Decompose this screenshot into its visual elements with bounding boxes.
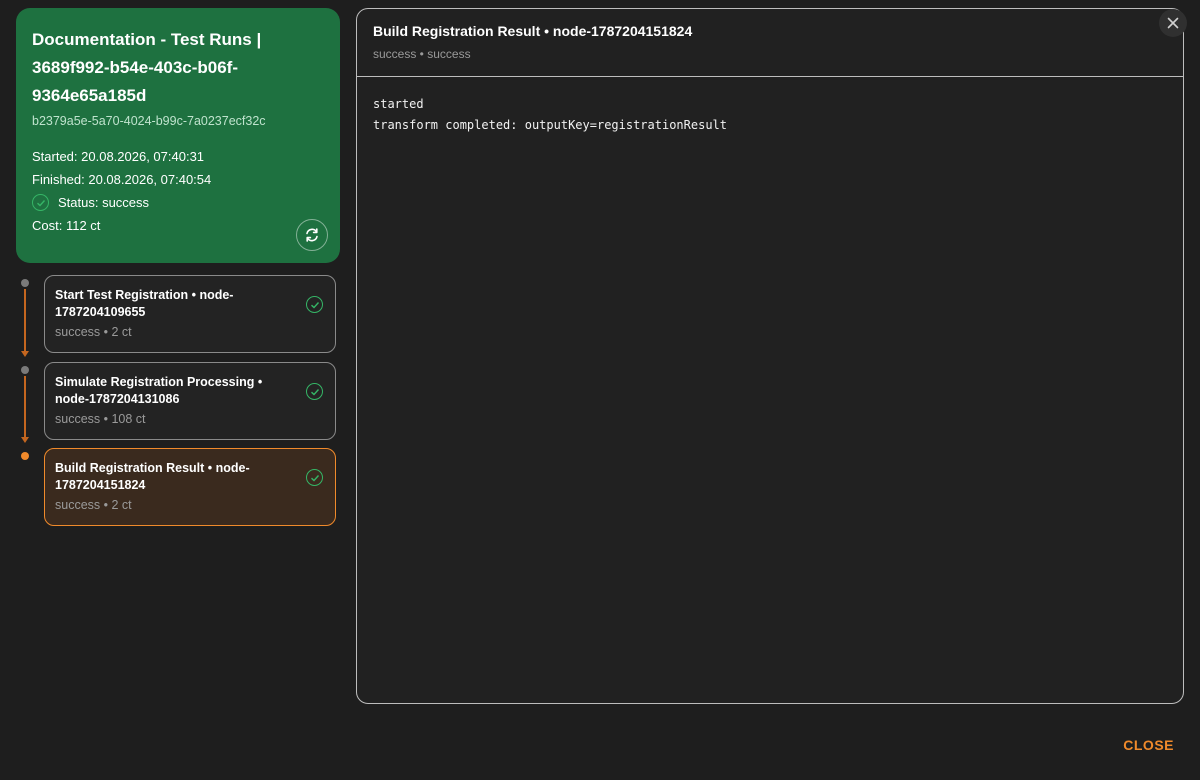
run-title: Documentation - Test Runs | 3689f992-b54…	[32, 30, 262, 105]
timeline-connector	[21, 289, 29, 357]
step-subtitle: success • 2 ct	[55, 498, 132, 512]
log-line: transform completed: outputKey=registrat…	[373, 118, 728, 132]
step-detail-panel: Build Registration Result • node-1787204…	[356, 8, 1184, 704]
run-finished: Finished: 20.08.2026, 07:40:54	[32, 172, 212, 187]
check-circle-icon	[306, 469, 323, 486]
step-subtitle: success • 2 ct	[55, 325, 132, 339]
run-cost: Cost: 112 ct	[32, 218, 101, 233]
detail-title: Build Registration Result • node-1787204…	[373, 23, 693, 39]
run-started: Started: 20.08.2026, 07:40:31	[32, 149, 205, 164]
refresh-icon	[306, 228, 318, 242]
detail-subtitle: success • success	[373, 47, 471, 61]
close-icon	[1167, 17, 1179, 29]
timeline-dot	[21, 279, 29, 287]
timeline-connector	[21, 376, 29, 443]
step-item[interactable]: Simulate Registration Processing • node-…	[44, 362, 336, 440]
log-output: started transform completed: outputKey=r…	[357, 77, 1183, 153]
check-circle-icon	[306, 296, 323, 313]
step-title: Start Test Registration • node-178720410…	[55, 288, 234, 319]
check-circle-icon	[32, 194, 49, 211]
step-title: Build Registration Result • node-1787204…	[55, 461, 250, 492]
refresh-button[interactable]	[296, 219, 328, 251]
timeline-dot-active	[21, 452, 29, 460]
check-circle-icon	[306, 383, 323, 400]
log-line: started	[373, 97, 424, 111]
run-meta: Started: 20.08.2026, 07:40:31 Finished: …	[32, 145, 324, 237]
step-item-selected[interactable]: Build Registration Result • node-1787204…	[44, 448, 336, 526]
step-item[interactable]: Start Test Registration • node-178720410…	[44, 275, 336, 353]
step-title: Simulate Registration Processing • node-…	[55, 375, 263, 406]
step-subtitle: success • 108 ct	[55, 412, 146, 426]
timeline-dot	[21, 366, 29, 374]
run-id: b2379a5e-5a70-4024-b99c-7a0237ecf32c	[32, 114, 266, 128]
run-status: Status: success	[32, 191, 324, 214]
run-summary-card: Documentation - Test Runs | 3689f992-b54…	[16, 8, 340, 263]
detail-header: Build Registration Result • node-1787204…	[357, 9, 1183, 77]
run-status-label: Status: success	[58, 195, 150, 210]
close-dialog-button[interactable]	[1159, 9, 1187, 37]
close-button[interactable]: CLOSE	[1123, 737, 1174, 753]
